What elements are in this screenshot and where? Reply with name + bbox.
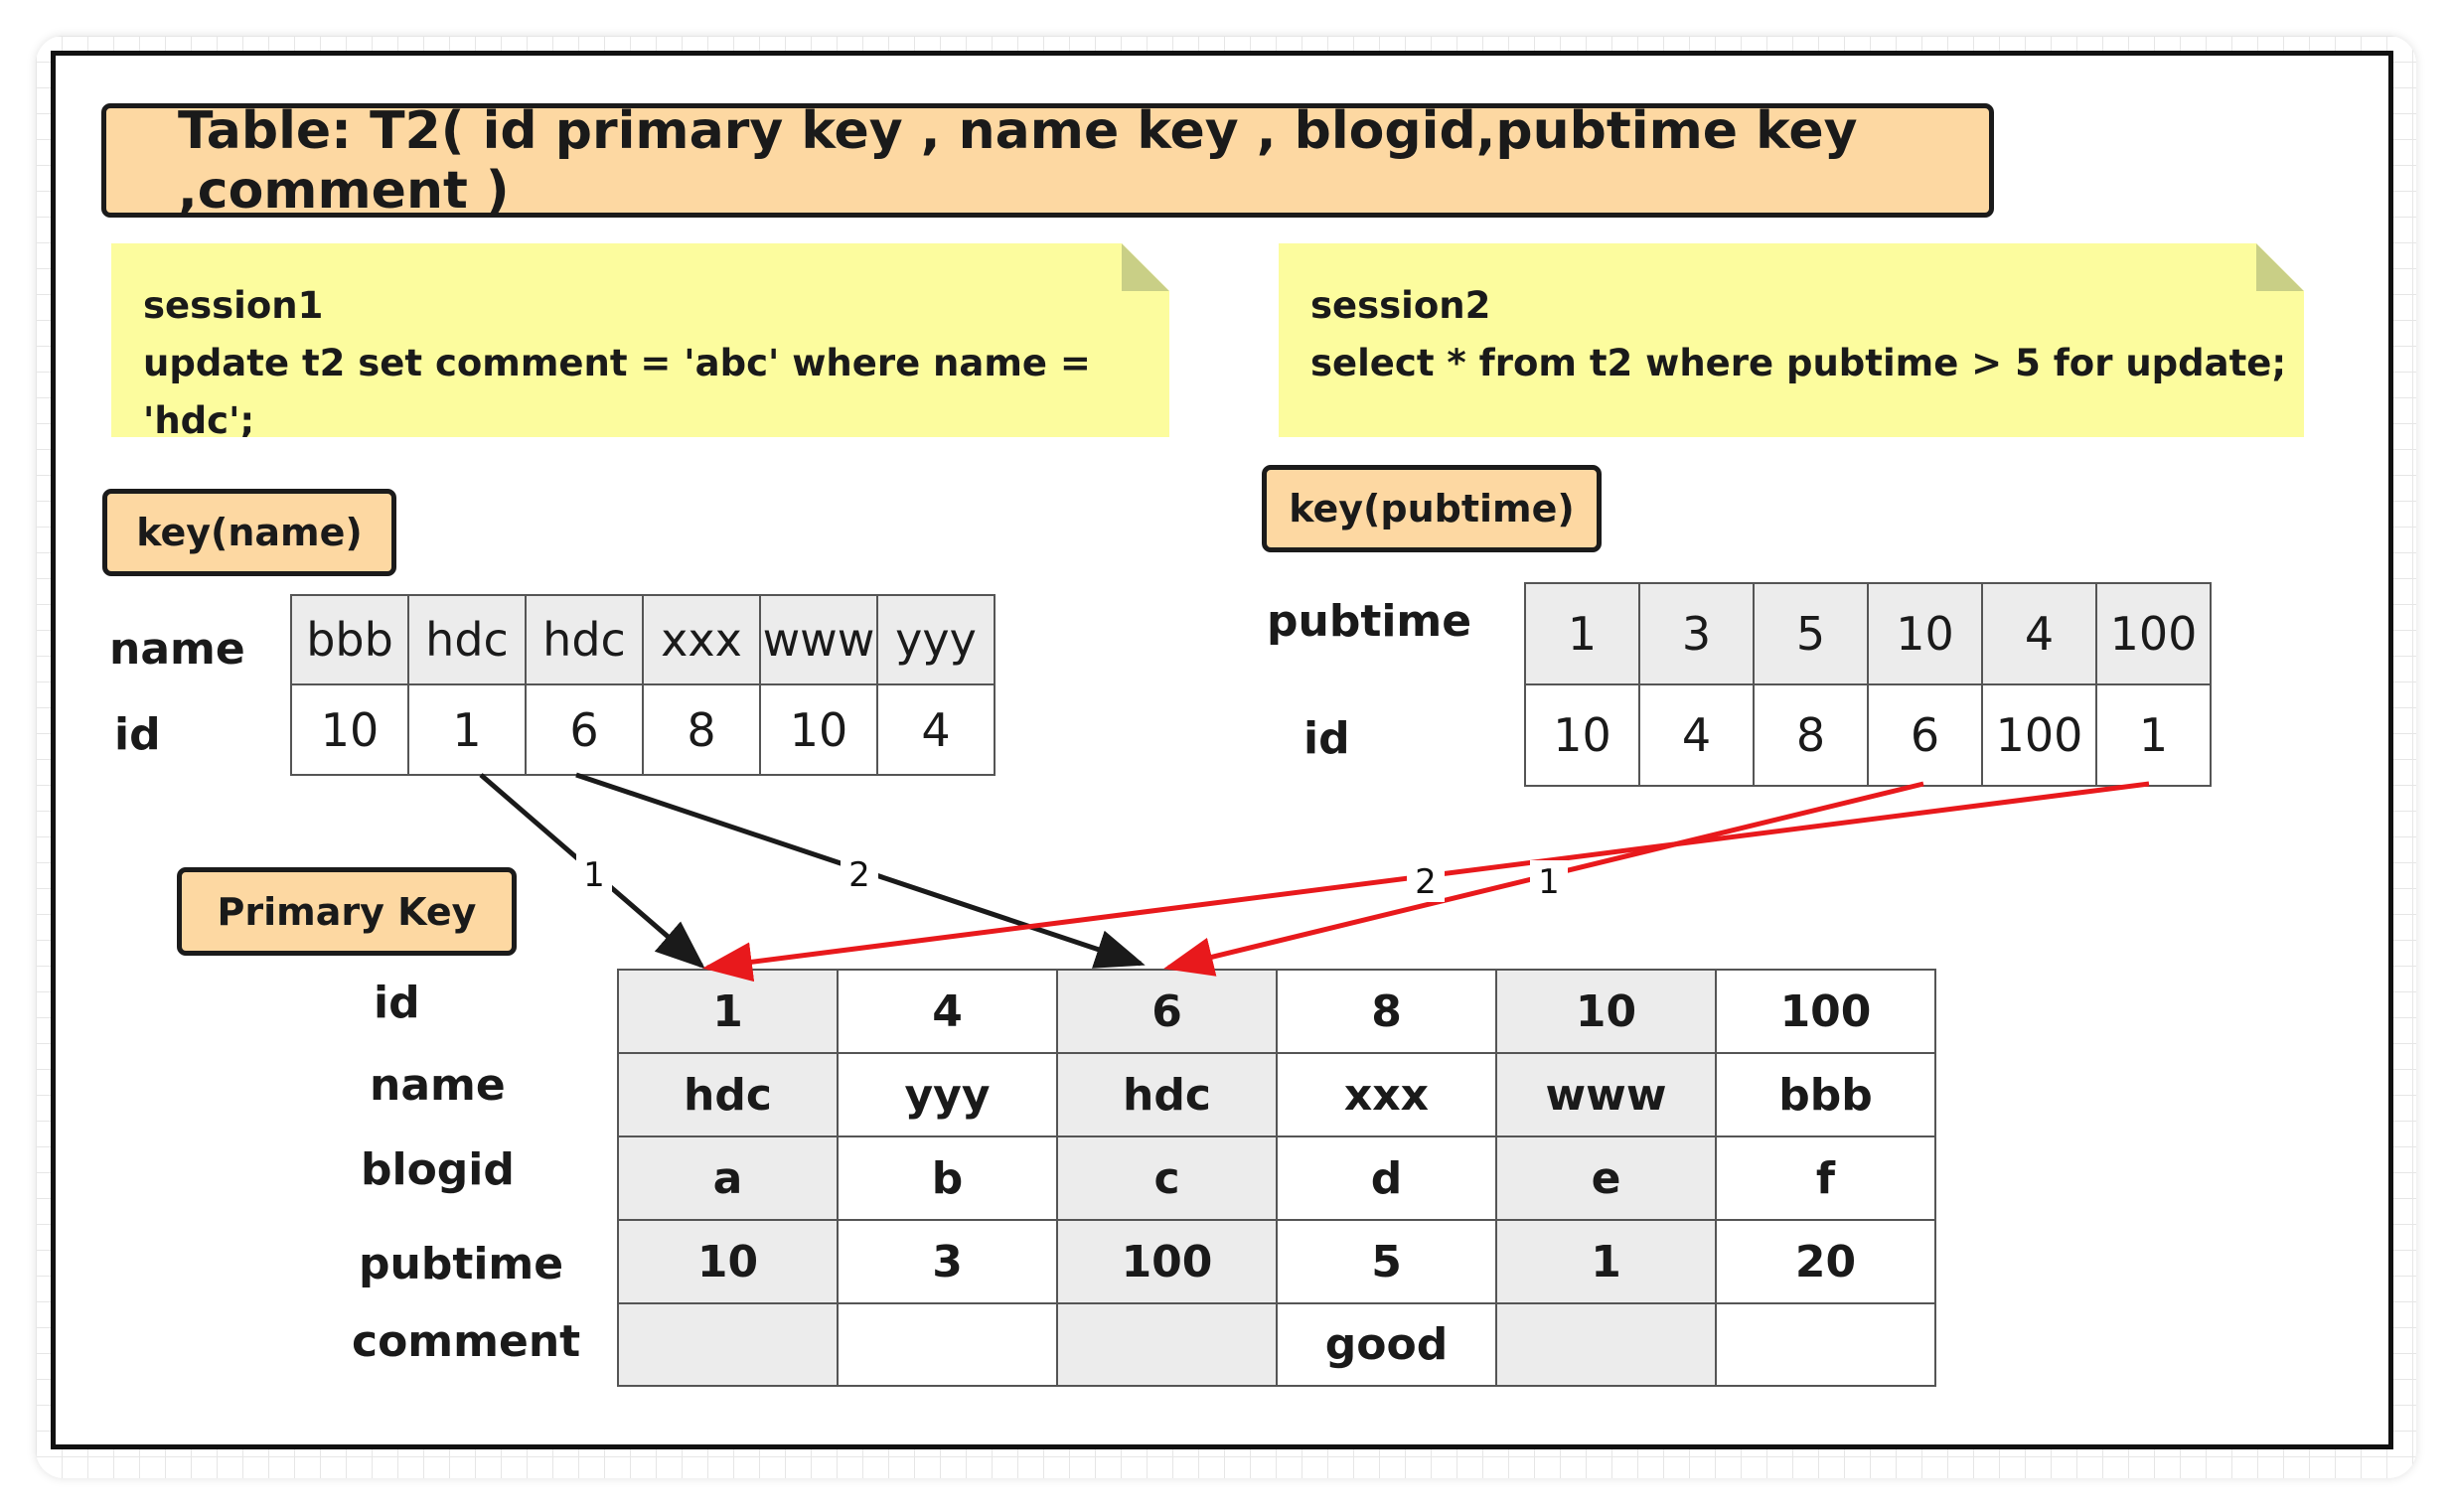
arrow-red-2-label: 2 — [1415, 862, 1437, 902]
arrow-red-1-label: 1 — [1538, 862, 1560, 902]
arrow-black-2-label: 2 — [848, 855, 870, 895]
arrow-black-1-label: 1 — [583, 855, 605, 895]
lock-arrows: 1 2 2 1 — [479, 772, 2150, 983]
